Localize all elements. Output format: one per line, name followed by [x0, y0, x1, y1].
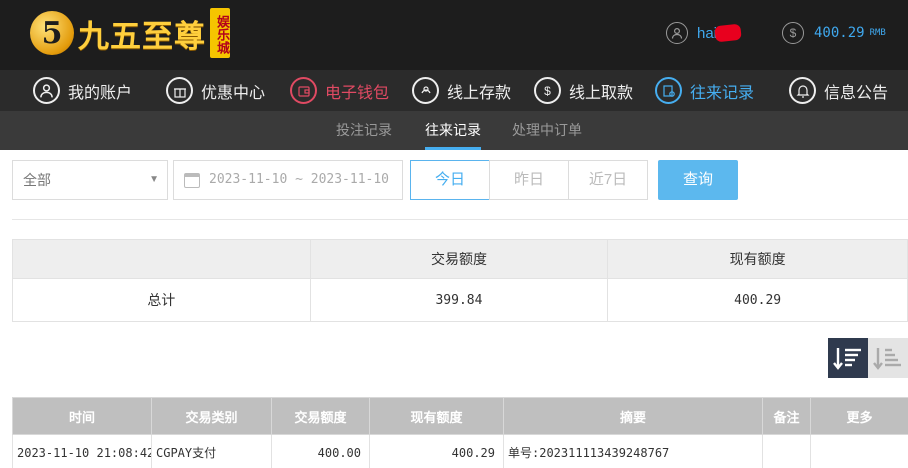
- summary-total-row: 总计 399.84 400.29: [12, 278, 908, 322]
- site-logo[interactable]: 5 九五至尊 娱乐城: [30, 8, 230, 58]
- quick-yesterday-button[interactable]: 昨日: [489, 160, 569, 200]
- tab-transaction-records[interactable]: 往来记录: [425, 111, 481, 150]
- col-balance[interactable]: 现有额度: [369, 397, 504, 435]
- records-icon: [655, 77, 682, 104]
- nav-label: 信息公告: [824, 84, 889, 102]
- cell-type: CGPAY支付: [151, 434, 272, 468]
- query-button[interactable]: 查询: [658, 160, 738, 200]
- date-range-input[interactable]: 2023-11-10 ~ 2023-11-10: [173, 160, 403, 200]
- sort-desc-icon: [833, 348, 861, 370]
- sort-asc-button[interactable]: [868, 338, 908, 378]
- deposit-icon: [412, 77, 439, 104]
- sort-desc-button[interactable]: [828, 338, 868, 378]
- nav-label: 电子钱包: [325, 84, 390, 102]
- nav-item-account[interactable]: 我的账户: [33, 70, 132, 111]
- type-select-value: 全部: [23, 172, 51, 188]
- type-select[interactable]: 全部 ▼: [12, 160, 168, 200]
- divider: [12, 219, 908, 220]
- nav-item-wallet[interactable]: 电子钱包: [290, 70, 389, 111]
- nav-item-announcements[interactable]: 信息公告: [789, 70, 888, 111]
- cell-more[interactable]: [810, 434, 908, 468]
- nav-label: 线上存款: [447, 84, 512, 102]
- quick-today-button[interactable]: 今日: [410, 160, 490, 200]
- top-header: 5 九五至尊 娱乐城 hai $ 400.29 RMB: [0, 0, 908, 70]
- nav-label: 往来记录: [690, 84, 755, 102]
- calendar-icon: [184, 173, 200, 188]
- balance-value: 400.29: [814, 25, 865, 41]
- col-amount[interactable]: 交易额度: [271, 397, 370, 435]
- summary-current-amount: 400.29: [607, 278, 908, 322]
- cell-remark: [762, 434, 811, 468]
- logo-tag: 娱乐城: [210, 8, 230, 58]
- summary-trade-amount: 399.84: [309, 278, 609, 322]
- cell-balance: 400.29: [369, 434, 504, 468]
- tab-pending-orders[interactable]: 处理中订单: [512, 111, 582, 150]
- summary-header-row: 交易额度 现有额度: [12, 239, 908, 279]
- quick-7days-button[interactable]: 近7日: [568, 160, 648, 200]
- tab-bet-records[interactable]: 投注记录: [336, 111, 392, 150]
- table-row[interactable]: 2023-11-10 21:08:42 CGPAY支付 400.00 400.2…: [12, 434, 908, 468]
- wallet-icon: [290, 77, 317, 104]
- summary-total-label: 总计: [12, 278, 311, 322]
- records-header-row: 时间 交易类别 交易额度 现有额度 摘要 备注 更多: [12, 397, 908, 435]
- withdraw-icon: $: [534, 77, 561, 104]
- user-icon: [33, 77, 60, 104]
- sort-asc-icon: [873, 348, 901, 370]
- summary-header-cell: 交易额度: [309, 239, 609, 279]
- cell-summary: 单号:202311113439248767: [503, 434, 763, 468]
- col-more[interactable]: 更多: [810, 397, 908, 435]
- summary-table: 交易额度 现有额度 总计 399.84 400.29: [12, 239, 908, 322]
- nav-item-deposit[interactable]: 线上存款: [412, 70, 511, 111]
- col-summary[interactable]: 摘要: [503, 397, 763, 435]
- chevron-down-icon: ▼: [149, 174, 159, 185]
- nav-label: 线上取款: [569, 84, 634, 102]
- user-icon: [666, 22, 688, 44]
- main-nav: 我的账户 优惠中心 电子钱包 线上存款 $ 线上取款 往来记录 信息公告: [0, 70, 908, 111]
- cell-amount: 400.00: [271, 434, 370, 468]
- sub-nav: 投注记录 往来记录 处理中订单: [0, 111, 908, 150]
- col-type[interactable]: 交易类别: [151, 397, 272, 435]
- balance-unit: RMB: [869, 28, 886, 38]
- nav-item-records[interactable]: 往来记录: [655, 70, 754, 111]
- user-info[interactable]: hai: [666, 22, 742, 44]
- gift-icon: [166, 77, 193, 104]
- dollar-icon: $: [782, 22, 804, 44]
- redaction-mark: [714, 23, 742, 43]
- summary-header-cell: 现有额度: [607, 239, 908, 279]
- nav-item-withdraw[interactable]: $ 线上取款: [534, 70, 633, 111]
- logo-text: 九五至尊: [78, 18, 206, 55]
- col-time[interactable]: 时间: [12, 397, 152, 435]
- col-remark[interactable]: 备注: [762, 397, 811, 435]
- cell-time: 2023-11-10 21:08:42: [12, 434, 152, 468]
- bell-icon: [789, 77, 816, 104]
- nav-label: 我的账户: [68, 84, 133, 102]
- summary-header-cell: [12, 239, 311, 279]
- records-table: 时间 交易类别 交易额度 现有额度 摘要 备注 更多 2023-11-10 21…: [12, 397, 908, 468]
- logo-mark: 5: [30, 11, 74, 55]
- nav-item-promotions[interactable]: 优惠中心: [166, 70, 265, 111]
- date-range-value: 2023-11-10 ~ 2023-11-10: [209, 172, 390, 187]
- balance-info: $ 400.29 RMB: [782, 22, 886, 44]
- nav-label: 优惠中心: [201, 84, 266, 102]
